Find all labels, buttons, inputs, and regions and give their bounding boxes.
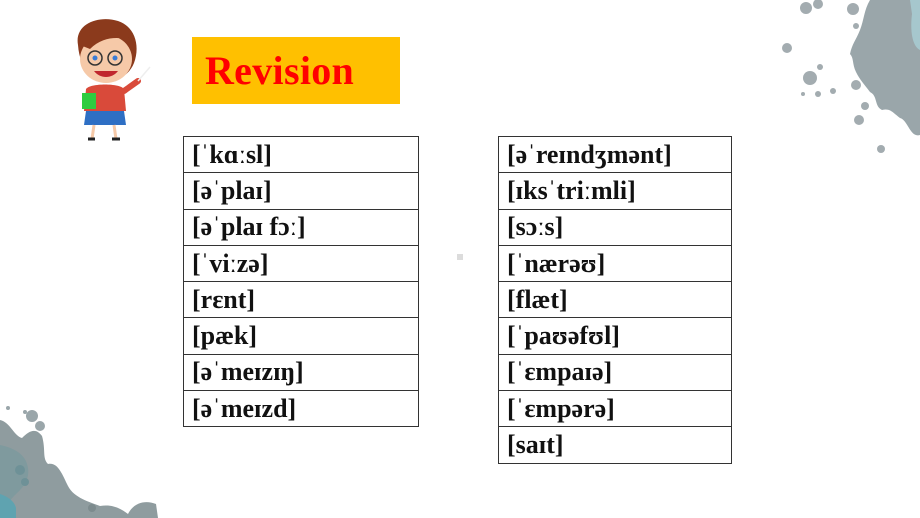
phonetic-cell: [ˈkɑːsl]: [183, 135, 419, 174]
center-marker: [457, 254, 463, 260]
table-row: [əˈreɪndʒmənt]: [498, 135, 732, 174]
phonetic-cell: [ˈpaʊəfʊl]: [498, 317, 732, 355]
phonetic-table-right: [əˈreɪndʒmənt] [ɪksˈtriːmli] [sɔːs] [ˈnæ…: [498, 135, 732, 464]
phonetic-cell: [ˈnærəʊ]: [498, 244, 732, 283]
phonetic-cell: [pæk]: [183, 317, 419, 355]
phonetic-cell: [sɔːs]: [498, 208, 732, 246]
phonetic-cell: [saɪt]: [498, 426, 732, 464]
table-row: [ˈɛmpaɪə]: [498, 353, 732, 392]
table-row: [ɪksˈtriːmli]: [498, 172, 732, 210]
phonetic-cell: [ˈviːzə]: [183, 244, 419, 283]
table-row: [saɪt]: [498, 426, 732, 464]
table-row: [əˈplaɪ fɔː]: [183, 208, 419, 246]
phonetic-cell: [ˈɛmpərə]: [498, 390, 732, 428]
phonetic-cell: [əˈmeɪzd]: [183, 390, 419, 428]
table-row: [əˈplaɪ]: [183, 172, 419, 210]
watercolor-splash-top-right: [782, 0, 920, 153]
phonetic-cell: [əˈreɪndʒmənt]: [498, 135, 732, 174]
phonetic-cell: [rɛnt]: [183, 281, 419, 319]
phonetic-cell: [əˈplaɪ fɔː]: [183, 208, 419, 246]
phonetic-cell: [flæt]: [498, 281, 732, 319]
table-row: [əˈmeɪzd]: [183, 390, 419, 428]
phonetic-cell: [ɪksˈtriːmli]: [498, 172, 732, 210]
watercolor-splash-bottom-left: [0, 406, 158, 518]
table-row: [flæt]: [498, 281, 732, 319]
table-row: [ˈviːzə]: [183, 244, 419, 283]
table-row: [rɛnt]: [183, 281, 419, 319]
table-row: [əˈmeɪzɪŋ]: [183, 353, 419, 392]
table-row: [ˈɛmpərə]: [498, 390, 732, 428]
phonetic-cell: [ˈɛmpaɪə]: [498, 353, 732, 392]
slide-title: Revision: [205, 48, 355, 93]
phonetic-table-left: [ˈkɑːsl] [əˈplaɪ] [əˈplaɪ fɔː] [ˈviːzə] …: [183, 135, 419, 428]
table-row: [ˈnærəʊ]: [498, 244, 732, 283]
table-row: [sɔːs]: [498, 208, 732, 246]
table-row: [ˈkɑːsl]: [183, 135, 419, 174]
phonetic-cell: [əˈmeɪzɪŋ]: [183, 353, 419, 392]
table-row: [pæk]: [183, 317, 419, 355]
teacher-illustration: [77, 19, 151, 141]
phonetic-cell: [əˈplaɪ]: [183, 172, 419, 210]
table-row: [ˈpaʊəfʊl]: [498, 317, 732, 355]
